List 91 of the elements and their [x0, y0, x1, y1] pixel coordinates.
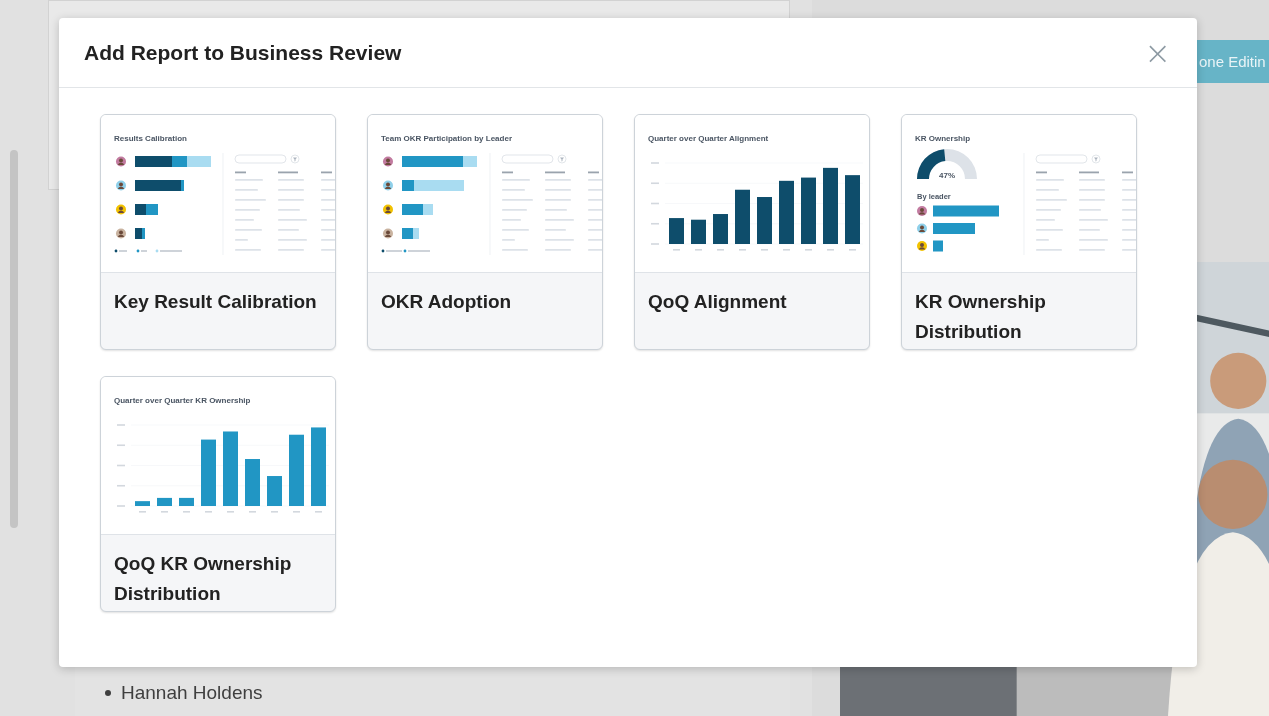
report-title: QoQ Alignment: [647, 290, 788, 314]
bar-drawing: [135, 204, 158, 215]
tick-mark-placeholder: [293, 511, 300, 513]
tick-mark-placeholder: [805, 249, 812, 251]
tick-mark-placeholder: [161, 511, 168, 513]
report-title: Key Result Calibration: [113, 290, 318, 314]
tick-mark-placeholder: [651, 243, 659, 245]
tick-mark-placeholder: [651, 202, 659, 205]
chart-bar: [157, 497, 172, 506]
avatar-icon: [116, 180, 126, 191]
filter-icon: [290, 154, 300, 164]
preview-heading: KR Ownership: [915, 134, 971, 143]
preview-heading: Results Calibration: [114, 134, 187, 143]
preview-heading: Quarter over Quarter Alignment: [648, 134, 769, 143]
avatar-icon: [917, 223, 927, 234]
bar-drawing: [933, 205, 999, 217]
tick-mark-placeholder: [673, 249, 680, 251]
avatar-icon: [383, 204, 393, 215]
avatar-icon: [383, 180, 393, 191]
legend-drawing: [381, 249, 430, 253]
bar-drawing: [402, 180, 464, 191]
tick-mark-placeholder: [117, 464, 125, 467]
report-card[interactable]: Quarter over Quarter KR Ownership QoQ KR Ownership Distribution: [100, 376, 336, 612]
avatar-icon: [917, 241, 927, 251]
tick-mark-placeholder: [717, 249, 724, 251]
avatar-icon: [917, 206, 927, 216]
chart-bar: [735, 189, 750, 244]
list-item: Hannah Holdens: [121, 681, 263, 705]
dialog-title: Add Report to Business Review: [84, 40, 402, 65]
chart-bar: [801, 177, 816, 244]
tick-mark-placeholder: [849, 249, 856, 251]
tick-mark-placeholder: [117, 505, 125, 507]
search-field: [1035, 154, 1088, 164]
chart-bar: [267, 476, 282, 506]
chart-bar: [201, 439, 216, 506]
search-field: [501, 154, 554, 164]
filter-icon: [1091, 154, 1101, 164]
report-title: KR Ownership Distribution: [914, 290, 1047, 344]
tick-mark-placeholder: [739, 249, 746, 251]
tick-mark-placeholder: [117, 484, 125, 487]
tick-mark-placeholder: [117, 424, 125, 426]
tick-mark-placeholder: [183, 511, 190, 513]
chart-bar: [691, 219, 706, 244]
tick-mark-placeholder: [271, 511, 278, 513]
bar-drawing: [933, 223, 975, 234]
tick-mark-placeholder: [783, 249, 790, 251]
chart-bar: [135, 501, 150, 506]
bar-drawing: [933, 240, 943, 252]
report-card[interactable]: Results Calibration Key Result Calibration: [100, 114, 336, 350]
tick-mark-placeholder: [827, 249, 834, 251]
tick-mark-placeholder: [227, 511, 234, 513]
avatar-icon: [116, 228, 126, 239]
report-title: QoQ KR Ownership Distribution: [113, 552, 293, 606]
chart-bar: [289, 434, 304, 506]
avatar-icon: [116, 204, 126, 215]
tick-mark-placeholder: [117, 444, 125, 447]
avatar-icon: [383, 228, 393, 239]
report-card[interactable]: Quarter over Quarter Alignment QoQ Alignment: [634, 114, 870, 350]
gauge-drawing: [917, 149, 977, 179]
report-title: OKR Adoption: [380, 290, 513, 314]
tick-mark-placeholder: [695, 249, 702, 251]
search-field: [234, 154, 287, 164]
gauge-value: 47%: [939, 171, 955, 180]
bar-drawing: [135, 228, 145, 239]
preview-heading: Quarter over Quarter KR Ownership: [114, 396, 251, 405]
tick-mark-placeholder: [651, 182, 659, 185]
tick-mark-placeholder: [205, 511, 212, 513]
tick-mark-placeholder: [315, 511, 322, 513]
filter-icon: [557, 154, 567, 164]
bar-drawing: [402, 204, 433, 215]
avatar-icon: [383, 156, 393, 167]
scrollbar[interactable]: [10, 150, 18, 528]
bar-drawing: [402, 228, 419, 239]
chart-bar: [845, 175, 860, 244]
tick-mark-placeholder: [249, 511, 256, 513]
chart-bar: [757, 197, 772, 244]
tick-mark-placeholder: [761, 249, 768, 251]
chart-bar: [779, 180, 794, 244]
bar-drawing: [135, 180, 184, 191]
preview-heading: Team OKR Participation by Leader: [381, 134, 512, 143]
chart-bar: [669, 218, 684, 244]
chart-bar: [179, 497, 194, 506]
chart-bar: [245, 459, 260, 506]
tick-mark-placeholder: [139, 511, 146, 513]
avatar-icon: [116, 156, 126, 167]
report-card[interactable]: Team OKR Participation by Leader OKR Adoption: [367, 114, 603, 350]
legend-drawing: [114, 249, 182, 253]
chart-bar: [713, 214, 728, 244]
tick-mark-placeholder: [651, 222, 659, 225]
tick-mark-placeholder: [651, 162, 659, 164]
bullet-icon: [105, 689, 111, 696]
